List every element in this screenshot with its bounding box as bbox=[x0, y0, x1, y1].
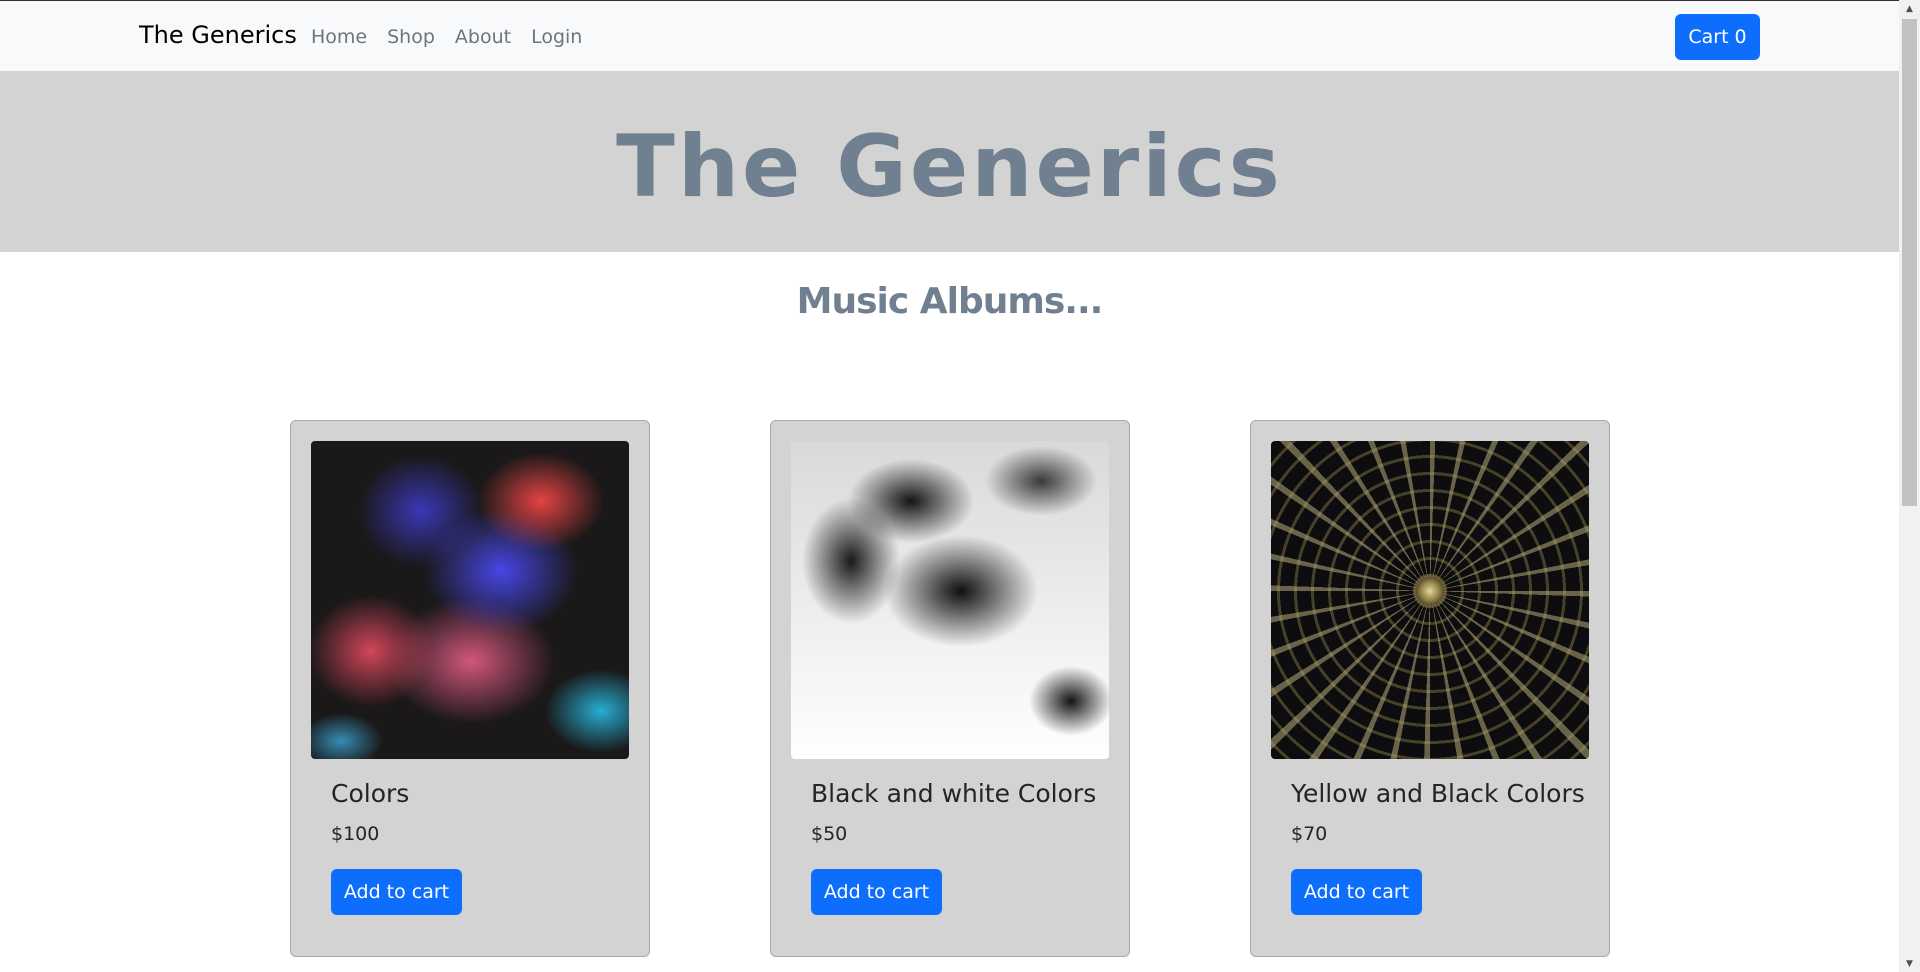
navbar-brand[interactable]: The Generics bbox=[139, 21, 297, 49]
page: The Generics Home Shop About Login Cart … bbox=[0, 0, 1899, 972]
hero-banner: The Generics bbox=[0, 71, 1899, 252]
nav-link-shop[interactable]: Shop bbox=[387, 26, 435, 48]
product-image-black-white bbox=[791, 441, 1109, 759]
nav-link-home[interactable]: Home bbox=[311, 26, 367, 48]
add-to-cart-button[interactable]: Add to cart bbox=[1291, 869, 1422, 915]
navbar: The Generics Home Shop About Login Cart … bbox=[0, 1, 1899, 71]
section-title: Music Albums... bbox=[796, 281, 1104, 322]
product-card: Yellow and Black Colors $70 Add to cart bbox=[1250, 420, 1610, 957]
product-title: Colors bbox=[331, 779, 410, 808]
product-card: Black and white Colors $50 Add to cart bbox=[770, 420, 1130, 957]
product-price: $50 bbox=[811, 823, 848, 845]
product-image-yellow-black bbox=[1271, 441, 1589, 759]
cart-button[interactable]: Cart 0 bbox=[1675, 14, 1760, 60]
scroll-thumb[interactable] bbox=[1902, 19, 1917, 506]
scroll-up-arrow-icon[interactable]: ▲ bbox=[1899, 0, 1920, 17]
product-image-colors bbox=[311, 441, 629, 759]
nav-links: Home Shop About Login bbox=[311, 26, 602, 48]
scroll-down-arrow-icon[interactable]: ▼ bbox=[1899, 955, 1920, 972]
add-to-cart-button[interactable]: Add to cart bbox=[811, 869, 942, 915]
add-to-cart-button[interactable]: Add to cart bbox=[331, 869, 462, 915]
nav-link-login[interactable]: Login bbox=[531, 26, 582, 48]
hero-title: The Generics bbox=[616, 116, 1283, 217]
product-title: Black and white Colors bbox=[811, 779, 1097, 808]
product-title: Yellow and Black Colors bbox=[1291, 779, 1585, 808]
product-price: $70 bbox=[1291, 823, 1328, 845]
vertical-scrollbar[interactable]: ▲ ▼ bbox=[1899, 0, 1920, 972]
product-price: $100 bbox=[331, 823, 380, 845]
nav-link-about[interactable]: About bbox=[455, 26, 511, 48]
product-card: Colors $100 Add to cart bbox=[290, 420, 650, 957]
